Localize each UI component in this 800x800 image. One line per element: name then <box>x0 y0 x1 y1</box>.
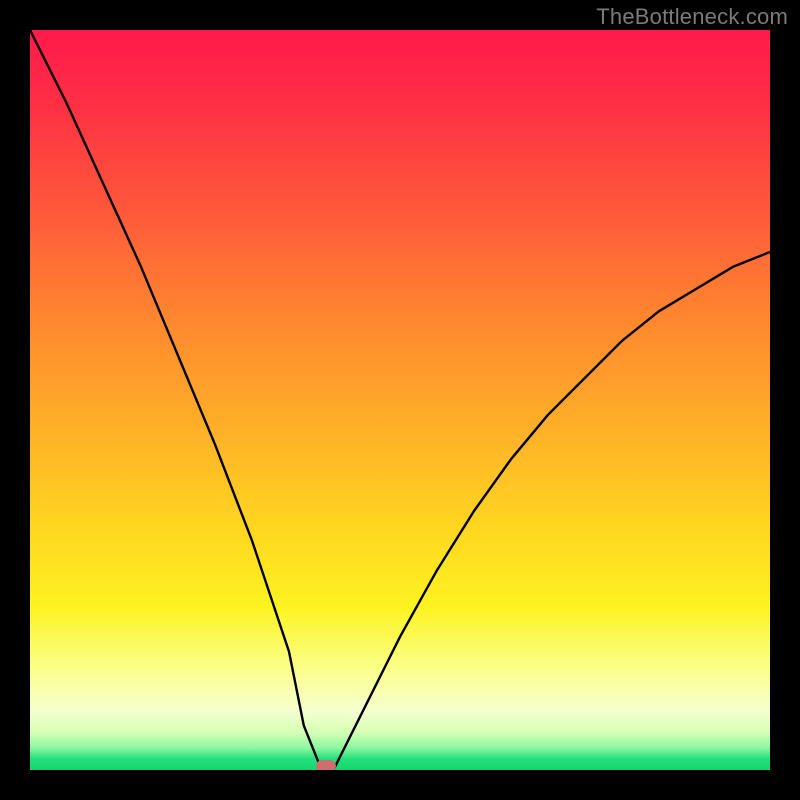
watermark-text: TheBottleneck.com <box>596 4 788 30</box>
plot-svg <box>30 30 770 770</box>
chart-frame: TheBottleneck.com <box>0 0 800 800</box>
plot-area <box>30 30 770 770</box>
bottleneck-marker <box>316 760 336 770</box>
bottleneck-curve <box>30 30 770 770</box>
